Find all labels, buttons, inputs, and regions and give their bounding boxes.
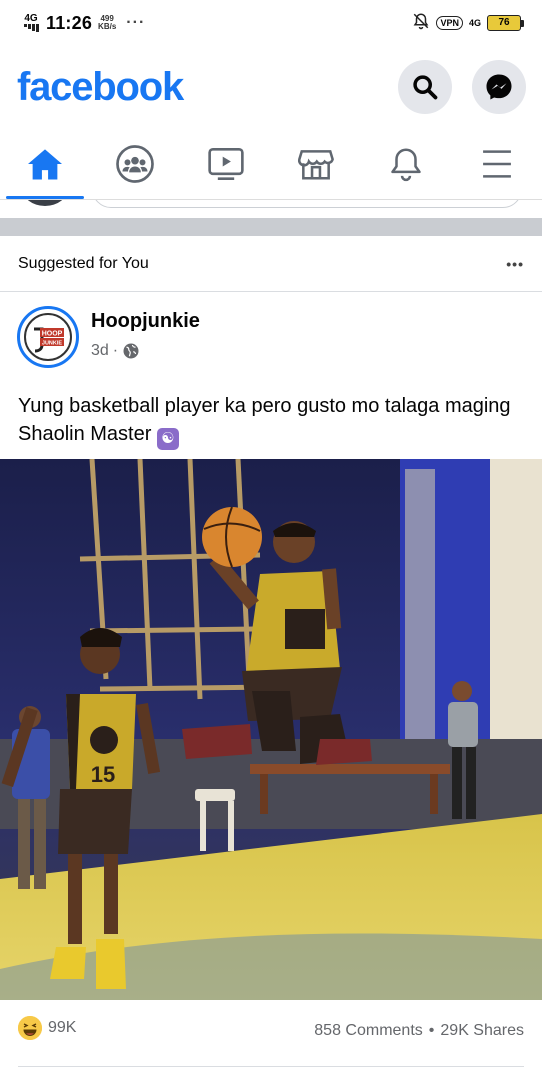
separator-dot: • [428, 1022, 435, 1039]
hoopjunkie-logo: HOOP JUNKIE [24, 313, 72, 361]
divider [18, 1066, 524, 1067]
groups-icon [116, 144, 155, 183]
app-header: facebook [0, 56, 542, 118]
data-icon: 4G [468, 17, 481, 28]
menu-icon [482, 149, 511, 178]
page-avatar[interactable]: HOOP JUNKIE [17, 306, 79, 368]
tab-menu[interactable] [452, 128, 542, 199]
suggested-section-header: Suggested for You ••• [0, 236, 542, 292]
post-caption: Yung basketball player ka pero gusto mo … [18, 392, 518, 450]
globe-icon [123, 343, 139, 359]
post-header: HOOP JUNKIE Hoopjunkie 3d · [0, 306, 542, 376]
marketplace-icon [298, 149, 335, 180]
battery-level: 76 [487, 15, 521, 31]
battery-icon: 76 [487, 15, 524, 31]
more-options-icon[interactable]: ••• [506, 256, 524, 272]
more-notifications-icon: ··· [126, 14, 146, 31]
search-icon [413, 75, 438, 100]
tab-home[interactable] [0, 128, 90, 199]
reactions-count: 99K [48, 1019, 77, 1036]
separator-dot: · [112, 342, 119, 359]
tab-bar [0, 128, 542, 200]
watch-icon [208, 147, 244, 180]
feed-separator [0, 218, 542, 236]
comment-field[interactable] [92, 200, 522, 208]
messenger-icon [486, 74, 512, 100]
caption-text: Yung basketball player ka pero gusto mo … [18, 395, 511, 445]
post-photo[interactable]: 15 [0, 459, 542, 1000]
page-name[interactable]: Hoopjunkie [91, 310, 200, 333]
yin-yang-emoji: ☯ [156, 428, 179, 450]
tab-groups[interactable] [90, 128, 180, 199]
reactions-summary[interactable]: 99K [18, 1016, 76, 1040]
comments-count[interactable]: 858 Comments [314, 1022, 423, 1040]
svg-text:HOOP: HOOP [42, 331, 63, 338]
home-icon [28, 148, 63, 179]
section-title: Suggested for You [18, 254, 149, 272]
svg-text:15: 15 [91, 762, 115, 787]
tab-watch[interactable] [181, 128, 271, 199]
vpn-badge: VPN [436, 16, 463, 30]
tab-notifications[interactable] [361, 128, 451, 199]
status-bar: 4G 11:26 499 KB/s ··· VPN 4G 76 [0, 0, 542, 46]
search-button[interactable] [398, 60, 452, 114]
post-time: 3d [91, 342, 109, 359]
previous-post-remnant [0, 200, 542, 218]
facebook-logo[interactable]: facebook [17, 65, 184, 110]
avatar [22, 200, 68, 206]
post-timestamp[interactable]: 3d · [91, 342, 200, 360]
tab-marketplace[interactable] [271, 128, 361, 199]
messenger-button[interactable] [472, 60, 526, 114]
mute-bell-icon [412, 12, 430, 35]
svg-text:JUNKIE: JUNKIE [42, 341, 63, 347]
clock: 11:26 [46, 12, 93, 33]
bell-icon [391, 147, 422, 181]
network-speed: 499 KB/s [98, 14, 117, 31]
haha-icon [18, 1016, 42, 1040]
mobile-signal-icon: 4G [22, 14, 40, 32]
shares-count[interactable]: 29K Shares [440, 1022, 524, 1040]
engagement-counts: 858 Comments • 29K Shares [314, 1022, 524, 1040]
